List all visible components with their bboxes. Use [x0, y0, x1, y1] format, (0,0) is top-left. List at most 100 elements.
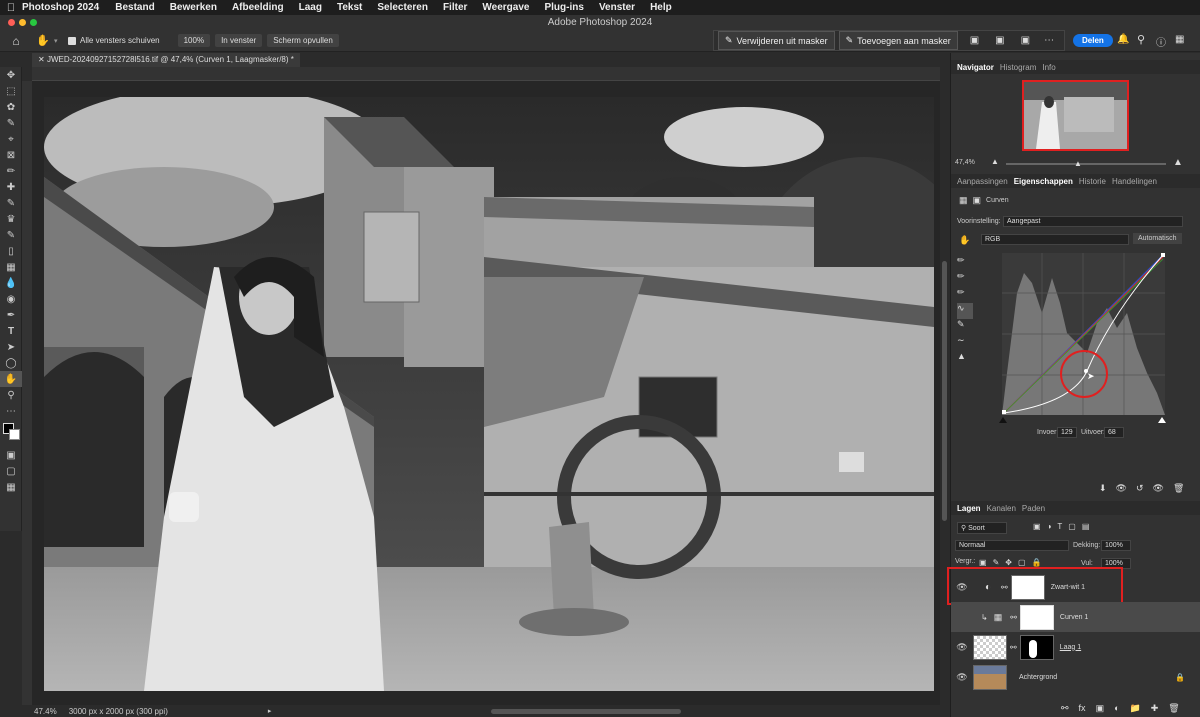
fill-screen-button[interactable]: Scherm opvullen	[267, 34, 339, 47]
navigator-preview[interactable]	[1022, 80, 1129, 151]
lock-artboard-icon[interactable]: ▢	[1018, 558, 1026, 567]
tab-aanpassingen[interactable]: Aanpassingen	[957, 177, 1008, 186]
layer-name[interactable]: Achtergrond	[1019, 674, 1057, 681]
gradient-tool-icon[interactable]: ▦	[0, 259, 22, 275]
zoom-out-icon[interactable]: ▲	[991, 157, 999, 166]
visibility-eye-icon[interactable]: 👁	[951, 672, 973, 683]
eraser-tool-icon[interactable]: ▯	[0, 243, 22, 259]
marquee-tool-icon[interactable]: ⬚	[0, 83, 22, 99]
lock-pixels-icon[interactable]: ▣	[979, 558, 987, 567]
add-mask-icon[interactable]: ▣	[1096, 703, 1105, 714]
layer-name[interactable]: Curven 1	[1060, 614, 1088, 621]
lock-position-icon[interactable]: ✥	[1005, 558, 1012, 567]
new-adjustment-icon[interactable]: ◐	[1114, 703, 1119, 714]
reset-icon[interactable]: ↺	[1136, 483, 1144, 494]
pen-tool-icon[interactable]: ✒	[0, 307, 22, 323]
opacity-field[interactable]: 100%	[1101, 540, 1131, 551]
path-selection-tool-icon[interactable]: ➤	[0, 339, 22, 355]
menu-selecteren[interactable]: Selecteren	[377, 2, 428, 13]
smooth-icon[interactable]: ∼	[957, 335, 973, 351]
add-to-mask-button[interactable]: ✎ Toevoegen aan masker	[838, 31, 958, 50]
more-tools-icon[interactable]: ⋯	[0, 403, 22, 419]
document-image[interactable]	[44, 97, 934, 691]
menu-weergave[interactable]: Weergave	[482, 2, 529, 13]
layer-laag1[interactable]: 👁 ⚯ Laag 1	[951, 632, 1200, 662]
healing-brush-tool-icon[interactable]: ✚	[0, 179, 22, 195]
black-point-slider[interactable]	[999, 417, 1007, 423]
blend-mode-select[interactable]: Normaal	[955, 540, 1069, 551]
tab-paden[interactable]: Paden	[1022, 504, 1045, 513]
new-layer-icon[interactable]: ✚	[1151, 703, 1159, 714]
menu-filter[interactable]: Filter	[443, 2, 467, 13]
help-icon[interactable]: ⓘ	[1156, 34, 1166, 49]
menu-venster[interactable]: Venster	[599, 2, 635, 13]
more-icon[interactable]: ⋯	[1044, 35, 1054, 46]
mask-option-icon[interactable]: ▣	[995, 35, 1004, 46]
link-icon[interactable]: ⚯	[1010, 643, 1017, 652]
clip-to-layer-icon[interactable]: ⬇	[1099, 483, 1107, 494]
menu-bestand[interactable]: Bestand	[115, 2, 154, 13]
new-group-icon[interactable]: 📁	[1130, 703, 1141, 714]
target-adjust-icon[interactable]: ✋	[959, 235, 970, 246]
type-filter-icon[interactable]: T	[1057, 522, 1062, 531]
tab-eigenschappen[interactable]: Eigenschappen	[1014, 177, 1073, 186]
navigator-zoom[interactable]: 47,4%	[955, 159, 975, 166]
navigator-zoom-slider[interactable]: ▲	[1006, 159, 1166, 168]
layer-curven[interactable]: ↳ ▦ ⚯ Curven 1	[951, 602, 1200, 632]
document-info[interactable]: 3000 px x 2000 px (300 ppi)	[69, 707, 168, 716]
tab-handelingen[interactable]: Handelingen	[1112, 177, 1157, 186]
home-icon[interactable]: ⌂	[0, 34, 32, 48]
link-layers-icon[interactable]: ⚯	[1061, 703, 1069, 714]
tab-navigator[interactable]: Navigator	[957, 63, 994, 72]
menu-tekst[interactable]: Tekst	[337, 2, 362, 13]
layer-thumbnail[interactable]	[973, 634, 1007, 660]
visibility-eye-icon[interactable]: 👁	[951, 642, 973, 653]
crop-tool-icon[interactable]: ⌖	[0, 131, 22, 147]
edit-toolbar-icon[interactable]: ▦	[0, 479, 22, 495]
zoom-level[interactable]: 47.4%	[34, 707, 57, 716]
tab-historie[interactable]: Historie	[1079, 177, 1106, 186]
layer-name[interactable]: Laag 1	[1060, 644, 1081, 651]
quick-selection-tool-icon[interactable]: ✎	[0, 115, 22, 131]
trash-icon[interactable]: 🗑	[1168, 703, 1179, 714]
eyedropper-tool-icon[interactable]: ✏	[0, 163, 22, 179]
layer-mask-thumbnail[interactable]	[1019, 604, 1054, 630]
menu-bewerken[interactable]: Bewerken	[170, 2, 217, 13]
brush-tool-icon[interactable]: ✎	[0, 195, 22, 211]
tab-kanalen[interactable]: Kanalen	[987, 504, 1016, 513]
close-icon[interactable]: ✕	[38, 55, 45, 64]
minimize-window-button[interactable]	[19, 19, 26, 26]
lock-paint-icon[interactable]: ✎	[993, 558, 1000, 567]
menu-help[interactable]: Help	[650, 2, 672, 13]
chevron-down-icon[interactable]: ▾	[54, 37, 64, 45]
output-field[interactable]: 68	[1104, 427, 1124, 438]
app-menu[interactable]: Photoshop 2024	[22, 2, 99, 13]
shape-filter-icon[interactable]: ▢	[1068, 522, 1076, 531]
clipping-warning-icon[interactable]: ▲	[957, 351, 973, 367]
mask-option-icon[interactable]: ▣	[970, 35, 979, 46]
frame-tool-icon[interactable]: ⊠	[0, 147, 22, 163]
layer-filter-select[interactable]: ⚲ Soort	[957, 522, 1007, 534]
horizontal-scrollbar[interactable]	[491, 708, 682, 714]
input-field[interactable]: 129	[1057, 427, 1077, 438]
clone-stamp-tool-icon[interactable]: ♛	[0, 211, 22, 227]
hand-tool-icon[interactable]: ✋	[0, 371, 22, 387]
zoom-100-button[interactable]: 100%	[177, 34, 211, 47]
type-tool-icon[interactable]: T	[0, 323, 22, 339]
zoom-tool-icon[interactable]: ⚲	[0, 387, 22, 403]
adjustment-filter-icon[interactable]: ◑	[1047, 522, 1052, 531]
share-button[interactable]: Delen	[1073, 34, 1113, 47]
scroll-all-checkbox[interactable]	[68, 36, 76, 45]
hand-tool-icon[interactable]: ✋	[32, 34, 54, 47]
fit-window-button[interactable]: In venster	[215, 34, 263, 47]
lasso-tool-icon[interactable]: ✿	[0, 99, 22, 115]
tab-histogram[interactable]: Histogram	[1000, 63, 1036, 72]
white-point-eyedropper-icon[interactable]: ✏	[957, 287, 973, 303]
link-icon[interactable]: ⚯	[1010, 613, 1017, 622]
canvas-area[interactable]	[32, 81, 940, 705]
bell-icon[interactable]: 🔔	[1117, 34, 1129, 45]
document-tab[interactable]: ✕ JWED-20240927152728l516.tif @ 47,4% (C…	[32, 53, 300, 67]
layer-thumbnail[interactable]	[973, 664, 1007, 690]
trash-icon[interactable]: 🗑	[1173, 483, 1184, 494]
quick-mask-icon[interactable]: ▣	[0, 447, 22, 463]
